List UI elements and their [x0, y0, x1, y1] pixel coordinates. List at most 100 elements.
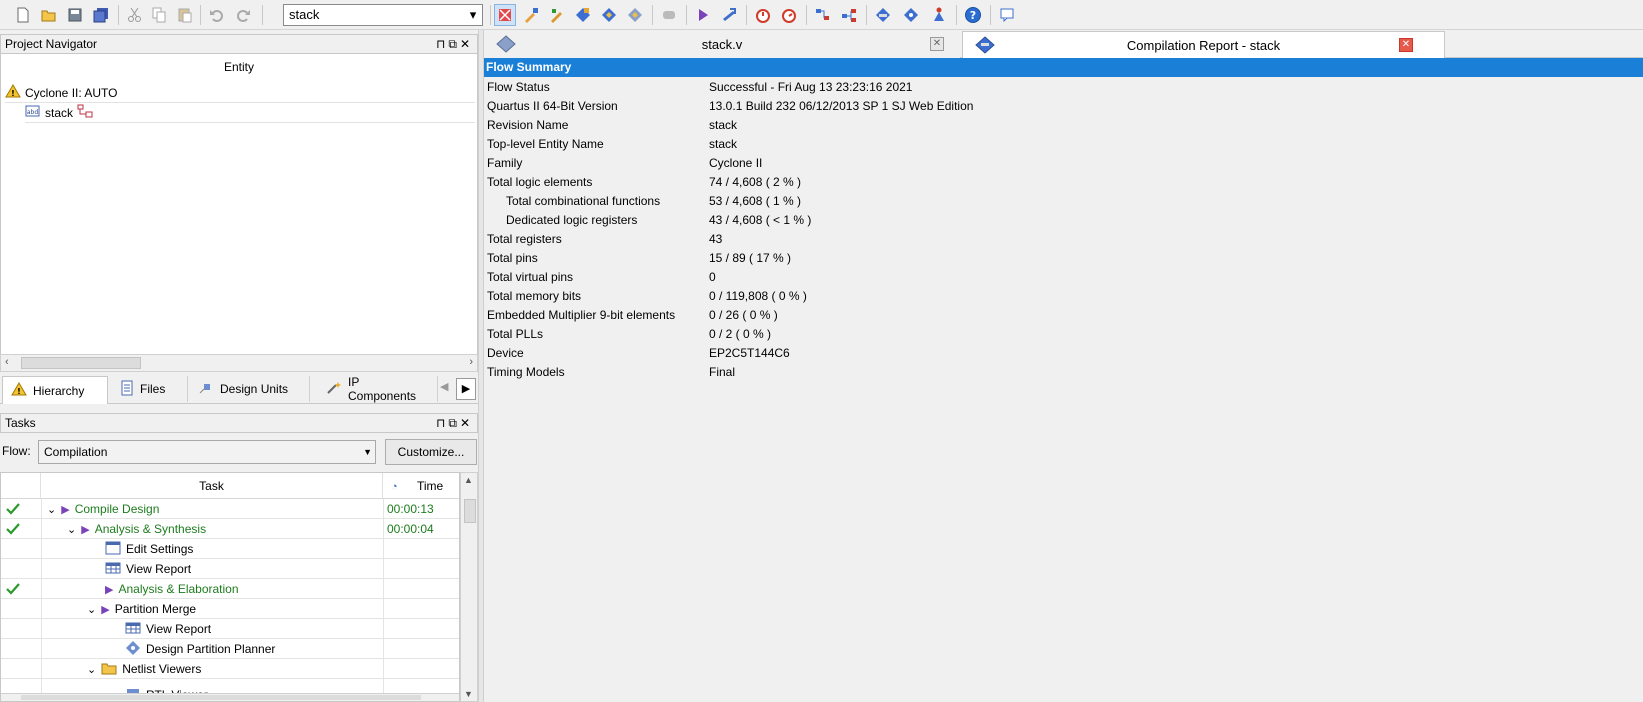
close-tab-icon[interactable]: ✕ [1399, 38, 1413, 52]
pin-planner-icon[interactable] [546, 4, 568, 26]
paste-icon[interactable] [174, 4, 196, 26]
task-row-design-partition-planner[interactable]: Design Partition Planner [1, 639, 459, 659]
tasks-horizontal-scrollbar[interactable] [1, 693, 459, 701]
pin-icon[interactable]: ⊓ [436, 37, 448, 51]
report-value: 0 / 119,808 ( 0 % ) [709, 289, 807, 303]
close-tab-icon[interactable]: ✕ [930, 37, 944, 51]
task-row-view-report-2[interactable]: View Report [1, 619, 459, 639]
tech-map-icon[interactable] [838, 4, 860, 26]
report-row: Device EP2C5T144C6 [484, 343, 1643, 363]
report-key: Embedded Multiplier 9-bit elements [487, 308, 676, 322]
scroll-up-icon[interactable]: ▲ [464, 475, 473, 485]
new-file-icon[interactable] [12, 4, 34, 26]
tab-scroll-right-icon[interactable]: ▶ [456, 378, 476, 400]
timing-icon[interactable] [752, 4, 774, 26]
status-column-header[interactable] [1, 473, 41, 499]
timequest-icon[interactable] [778, 4, 800, 26]
panel-controls: ⊓⧉✕ [436, 414, 473, 432]
tab-stack-v[interactable]: stack.v ✕ [484, 31, 960, 58]
play-icon[interactable]: ▶ [101, 603, 109, 616]
task-row-compile-design[interactable]: ⌄ ▶ Compile Design 00:00:13 [1, 499, 459, 519]
save-all-icon[interactable] [90, 4, 112, 26]
stop-icon[interactable] [658, 4, 680, 26]
task-row-analysis-synthesis[interactable]: ⌄ ▶ Analysis & Synthesis 00:00:04 [1, 519, 459, 539]
sopc-icon[interactable] [928, 4, 950, 26]
tab-files[interactable]: Files [112, 376, 188, 402]
scrollbar-thumb[interactable] [464, 499, 476, 523]
tree-item-entity[interactable]: abd stack [25, 103, 475, 123]
report-value: 43 [709, 232, 723, 246]
redo-icon[interactable] [232, 4, 254, 26]
help-icon[interactable]: ? [962, 4, 984, 26]
chevron-down-icon[interactable]: ⌄ [67, 523, 76, 536]
customize-button[interactable]: Customize... [385, 439, 477, 465]
play-icon[interactable]: ▶ [105, 583, 113, 596]
tab-design-units[interactable]: Design Units [190, 376, 310, 402]
float-icon[interactable]: ⧉ [448, 416, 460, 430]
tab-compilation-report[interactable]: Compilation Report - stack ✕ [962, 31, 1445, 58]
tasks-title: Tasks [5, 416, 36, 430]
play-icon[interactable]: ▶ [81, 523, 89, 536]
tab-label: Hierarchy [33, 383, 85, 398]
task-row-view-report[interactable]: View Report [1, 559, 459, 579]
flow-summary-header: Flow Summary [484, 58, 1643, 77]
tree-item-device[interactable]: ! Cyclone II: AUTO [5, 83, 475, 103]
open-file-icon[interactable] [38, 4, 60, 26]
compile-icon[interactable] [494, 4, 516, 26]
report-row: Total virtual pins 0 [484, 267, 1643, 287]
play-icon[interactable]: ▶ [61, 503, 69, 516]
task-column-header[interactable]: Task [41, 473, 383, 499]
undo-icon[interactable] [206, 4, 228, 26]
task-row-partition-merge[interactable]: ⌄ ▶ Partition Merge [1, 599, 459, 619]
task-label: Analysis & Elaboration [118, 582, 239, 596]
close-icon[interactable]: ✕ [460, 37, 473, 51]
tab-scroll-left-icon[interactable]: ◀ [440, 380, 448, 393]
copy-icon[interactable] [148, 4, 170, 26]
report-value: 0 [709, 270, 716, 284]
tab-hierarchy[interactable]: ! Hierarchy [2, 376, 108, 404]
save-icon[interactable] [64, 4, 86, 26]
assignment-editor-icon[interactable] [520, 4, 542, 26]
chevron-down-icon[interactable]: ⌄ [47, 503, 56, 516]
scrollbar-thumb[interactable] [21, 357, 141, 369]
float-icon[interactable]: ⧉ [448, 37, 460, 51]
report-row: Quartus II 64-Bit Version 13.0.1 Build 23… [484, 96, 1643, 116]
programmer-icon[interactable] [872, 4, 894, 26]
chip-planner-icon[interactable] [572, 4, 594, 26]
time-column-header[interactable]: ◔ Time [383, 473, 459, 499]
flow-combo[interactable]: Compilation ▼ [38, 440, 376, 464]
close-icon[interactable]: ✕ [460, 416, 473, 430]
project-combo[interactable]: stack ▾ [283, 4, 483, 26]
signaltap-icon[interactable] [900, 4, 922, 26]
folder-icon [101, 661, 117, 678]
netlist-icon[interactable] [624, 4, 646, 26]
task-row-edit-settings[interactable]: Edit Settings [1, 539, 459, 559]
entity-column-header[interactable]: Entity [1, 60, 477, 74]
analysis-icon[interactable] [718, 4, 740, 26]
chevron-down-icon[interactable]: ⌄ [87, 663, 96, 676]
tab-label: Files [140, 382, 166, 396]
chat-icon[interactable] [996, 4, 1018, 26]
report-value: stack [709, 118, 738, 132]
task-label: Edit Settings [126, 542, 194, 556]
scroll-down-icon[interactable]: ▼ [464, 689, 473, 699]
navigator-horizontal-scrollbar[interactable]: ‹ › [0, 354, 478, 372]
chevron-down-icon[interactable]: ⌄ [87, 603, 96, 616]
pin-icon[interactable]: ⊓ [436, 416, 448, 430]
cut-icon[interactable] [124, 4, 146, 26]
scroll-left-icon[interactable]: ‹ [5, 356, 9, 368]
settings-icon[interactable] [598, 4, 620, 26]
tasks-vertical-scrollbar[interactable]: ▲ ▼ [460, 472, 478, 702]
task-row-netlist-viewers[interactable]: ⌄ Netlist Viewers [1, 659, 459, 679]
start-compilation-icon[interactable] [692, 4, 714, 26]
task-row-analysis-elaboration[interactable]: ▶ Analysis & Elaboration [1, 579, 459, 599]
report-row: Dedicated logic registers 43 / 4,608 ( < … [484, 210, 1643, 230]
report-row: Total logic elements 74 / 4,608 ( 2 % ) [484, 172, 1643, 192]
report-row: Total combinational functions 53 / 4,608 … [484, 191, 1643, 211]
rtl-viewer-icon[interactable] [812, 4, 834, 26]
scroll-right-icon[interactable]: › [469, 356, 473, 368]
tab-ip-components[interactable]: IP Components [318, 375, 438, 403]
report-row: Timing Models Final [484, 362, 1643, 382]
report-key: Total combinational functions [506, 194, 661, 208]
checkmark-icon [5, 521, 21, 537]
